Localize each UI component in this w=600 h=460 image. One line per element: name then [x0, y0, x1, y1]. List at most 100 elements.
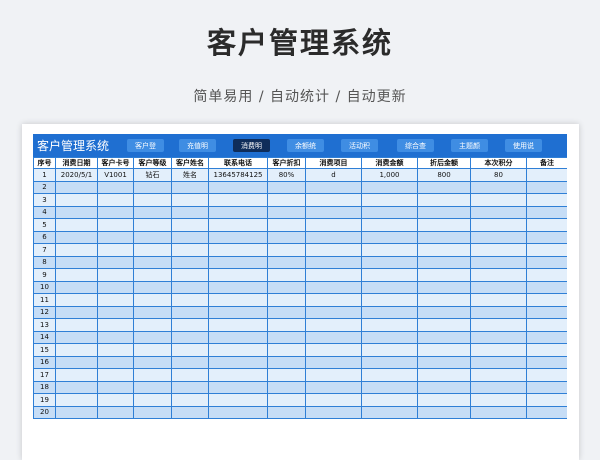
table-cell[interactable] [171, 405, 209, 419]
table-cell[interactable]: 12 [33, 305, 56, 319]
table-cell[interactable]: 13645784125 [208, 168, 268, 182]
table-cell[interactable] [55, 380, 98, 394]
table-cell[interactable] [55, 205, 98, 219]
table-cell[interactable] [526, 405, 567, 419]
table-cell[interactable] [171, 205, 209, 219]
table-cell[interactable] [305, 255, 362, 269]
table-cell[interactable] [208, 380, 268, 394]
table-cell[interactable] [526, 218, 567, 232]
table-cell[interactable] [55, 193, 98, 207]
table-cell[interactable]: 1 [33, 168, 56, 182]
table-cell[interactable]: 8 [33, 255, 56, 269]
table-cell[interactable] [470, 368, 527, 382]
table-cell[interactable]: 1,000 [361, 168, 418, 182]
table-cell[interactable] [171, 255, 209, 269]
table-cell[interactable] [97, 268, 134, 282]
table-cell[interactable] [305, 180, 362, 194]
table-cell[interactable] [305, 318, 362, 332]
table-cell[interactable] [55, 305, 98, 319]
table-cell[interactable]: 11 [33, 293, 56, 307]
table-cell[interactable] [171, 305, 209, 319]
table-cell[interactable] [97, 218, 134, 232]
table-cell[interactable] [417, 255, 471, 269]
table-cell[interactable] [267, 193, 306, 207]
table-cell[interactable] [55, 393, 98, 407]
table-cell[interactable]: 17 [33, 368, 56, 382]
table-cell[interactable] [171, 393, 209, 407]
table-cell[interactable] [470, 330, 527, 344]
table-cell[interactable]: 800 [417, 168, 471, 182]
table-cell[interactable] [417, 293, 471, 307]
table-cell[interactable] [305, 218, 362, 232]
table-cell[interactable] [133, 193, 172, 207]
table-cell[interactable] [133, 205, 172, 219]
table-cell[interactable] [361, 368, 418, 382]
table-cell[interactable] [305, 243, 362, 257]
table-cell[interactable] [133, 330, 172, 344]
table-cell[interactable] [97, 343, 134, 357]
table-cell[interactable] [97, 193, 134, 207]
table-cell[interactable] [208, 230, 268, 244]
table-cell[interactable] [417, 243, 471, 257]
table-cell[interactable] [171, 380, 209, 394]
table-cell[interactable] [417, 180, 471, 194]
table-cell[interactable] [267, 268, 306, 282]
table-cell[interactable] [305, 293, 362, 307]
table-cell[interactable]: V1001 [97, 168, 134, 182]
table-cell[interactable] [305, 205, 362, 219]
table-cell[interactable] [526, 343, 567, 357]
table-cell[interactable] [133, 393, 172, 407]
table-cell[interactable] [417, 355, 471, 369]
table-cell[interactable] [267, 318, 306, 332]
table-cell[interactable] [526, 293, 567, 307]
table-cell[interactable] [55, 293, 98, 307]
table-cell[interactable] [267, 355, 306, 369]
table-cell[interactable] [171, 193, 209, 207]
table-cell[interactable] [133, 368, 172, 382]
table-cell[interactable] [305, 405, 362, 419]
table-cell[interactable] [526, 268, 567, 282]
table-cell[interactable] [305, 230, 362, 244]
table-cell[interactable] [97, 355, 134, 369]
table-cell[interactable] [361, 230, 418, 244]
table-cell[interactable] [417, 405, 471, 419]
table-cell[interactable] [55, 318, 98, 332]
table-cell[interactable] [208, 193, 268, 207]
table-cell[interactable] [208, 393, 268, 407]
table-cell[interactable] [55, 218, 98, 232]
table-cell[interactable] [97, 330, 134, 344]
table-cell[interactable] [208, 205, 268, 219]
table-cell[interactable] [133, 243, 172, 257]
table-cell[interactable] [267, 330, 306, 344]
nav-button-2[interactable]: 充值明 [179, 139, 216, 152]
table-cell[interactable] [97, 368, 134, 382]
table-cell[interactable] [417, 305, 471, 319]
table-cell[interactable]: 14 [33, 330, 56, 344]
table-cell[interactable] [470, 355, 527, 369]
table-cell[interactable] [305, 193, 362, 207]
table-cell[interactable] [305, 280, 362, 294]
table-cell[interactable] [267, 205, 306, 219]
table-cell[interactable] [361, 405, 418, 419]
table-cell[interactable]: 19 [33, 393, 56, 407]
table-cell[interactable] [267, 280, 306, 294]
table-cell[interactable] [305, 368, 362, 382]
table-cell[interactable] [97, 180, 134, 194]
table-cell[interactable] [361, 218, 418, 232]
table-cell[interactable] [305, 380, 362, 394]
table-cell[interactable]: 钻石 [133, 168, 172, 182]
table-cell[interactable]: 5 [33, 218, 56, 232]
table-cell[interactable] [470, 243, 527, 257]
table-cell[interactable] [417, 343, 471, 357]
table-cell[interactable] [361, 205, 418, 219]
table-cell[interactable] [470, 318, 527, 332]
table-cell[interactable] [55, 330, 98, 344]
table-cell[interactable]: d [305, 168, 362, 182]
table-cell[interactable] [55, 405, 98, 419]
table-cell[interactable] [55, 243, 98, 257]
table-cell[interactable] [361, 305, 418, 319]
table-cell[interactable] [417, 280, 471, 294]
table-cell[interactable] [171, 368, 209, 382]
table-cell[interactable] [470, 343, 527, 357]
table-cell[interactable] [171, 330, 209, 344]
